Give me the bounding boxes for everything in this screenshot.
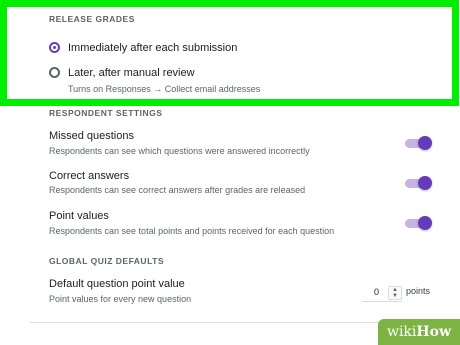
radio-immediately[interactable]: [49, 42, 60, 53]
global-quiz-defaults-heading: GLOBAL QUIZ DEFAULTS: [49, 256, 164, 266]
default-points-value[interactable]: 0: [374, 287, 379, 297]
stepper-arrows-icon[interactable]: ▲ ▼: [388, 286, 402, 300]
toggle-thumb: [418, 176, 432, 190]
default-points-label: Default question point value: [49, 278, 185, 290]
respondent-settings-heading: RESPONDENT SETTINGS: [49, 108, 163, 118]
radio-later-hint: Turns on Responses → Collect email addre…: [68, 84, 261, 94]
watermark-how: How: [416, 324, 452, 340]
radio-later[interactable]: [49, 67, 60, 78]
default-points-stepper[interactable]: 0 ▲ ▼: [362, 285, 402, 302]
missed-questions-label: Missed questions: [49, 130, 134, 142]
point-values-toggle[interactable]: [405, 216, 432, 230]
release-grades-heading: RELEASE GRADES: [49, 14, 135, 24]
toggle-thumb: [418, 136, 432, 150]
radio-immediately-label[interactable]: Immediately after each submission: [68, 42, 237, 54]
toggle-thumb: [418, 216, 432, 230]
correct-answers-toggle[interactable]: [405, 176, 432, 190]
radio-later-label[interactable]: Later, after manual review: [68, 67, 195, 79]
wikihow-watermark: wikiHow: [378, 319, 460, 345]
default-points-unit: points: [406, 286, 431, 296]
correct-answers-label: Correct answers: [49, 170, 130, 182]
point-values-desc: Respondents can see total points and poi…: [49, 226, 335, 236]
watermark-wiki: wiki: [386, 324, 417, 340]
correct-answers-desc: Respondents can see correct answers afte…: [49, 185, 306, 195]
missed-questions-toggle[interactable]: [405, 136, 432, 150]
point-values-label: Point values: [49, 210, 109, 222]
default-points-desc: Point values for every new question: [49, 294, 192, 304]
missed-questions-desc: Respondents can see which questions were…: [49, 146, 310, 156]
